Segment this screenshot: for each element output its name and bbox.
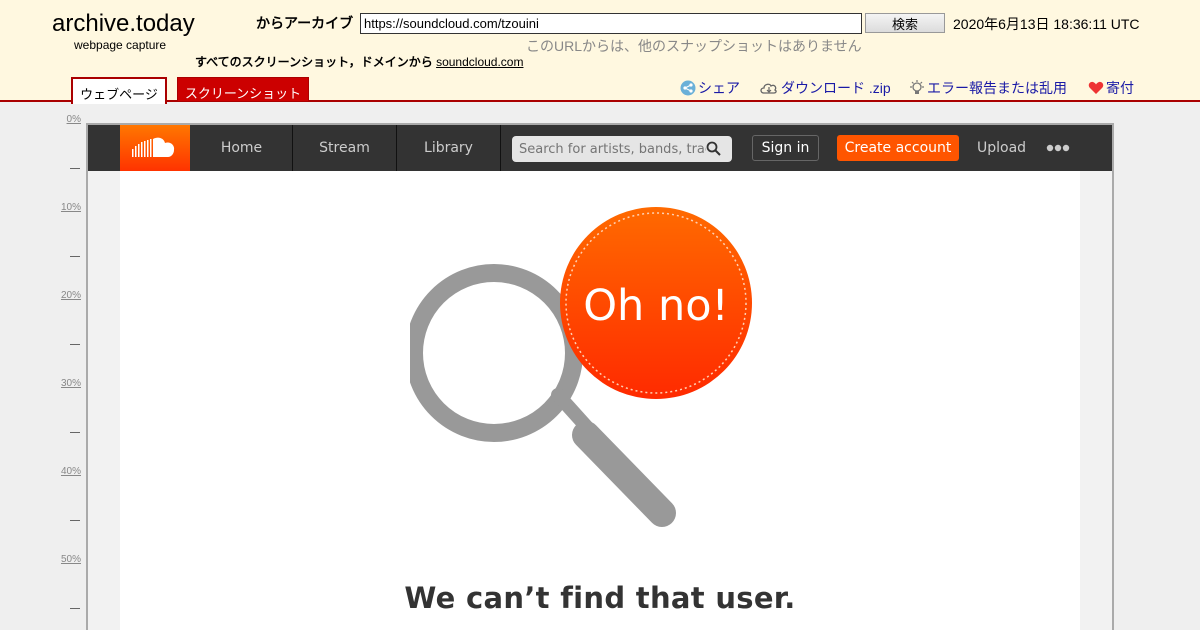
ruler-label[interactable]: 20% xyxy=(61,290,81,301)
report-label: エラー報告または乱用 xyxy=(927,80,1067,96)
ruler-tick xyxy=(70,432,80,433)
create-account-button[interactable]: Create account xyxy=(837,135,959,161)
ruler-label[interactable]: 10% xyxy=(61,202,81,213)
archive-logo-title[interactable]: archive.today xyxy=(52,10,195,38)
sign-in-button[interactable]: Sign in xyxy=(752,135,819,161)
more-options-icon[interactable] xyxy=(1046,143,1070,153)
all-screenshots-label: すべてのスクリーンショット，ドメインから soundcloud.com xyxy=(195,53,523,70)
scroll-ruler: 0% 10% 20% 30% 40% 50% xyxy=(0,102,84,630)
ruler-tick xyxy=(70,168,80,169)
nav-home[interactable]: Home xyxy=(191,125,293,171)
download-label: ダウンロード .zip xyxy=(781,80,891,96)
magnifier-illustration: Oh no! xyxy=(410,207,752,527)
soundcloud-logo[interactable] xyxy=(120,125,190,171)
tab-webpage[interactable]: ウェブページ xyxy=(71,77,167,104)
no-other-snapshots-text: このURLからは、他のスナップショットはありません xyxy=(526,38,862,54)
ruler-tick xyxy=(70,256,80,257)
report-link[interactable]: エラー報告または乱用 xyxy=(909,78,1067,98)
url-input[interactable] xyxy=(360,13,862,34)
nav-library[interactable]: Library xyxy=(397,125,501,171)
donate-label: 寄付 xyxy=(1106,80,1134,96)
soundcloud-search-input[interactable] xyxy=(512,136,732,162)
oh-no-text: Oh no! xyxy=(583,281,729,331)
soundcloud-cloud-icon xyxy=(132,137,175,157)
donate-link[interactable]: 寄付 xyxy=(1088,78,1134,98)
capture-date: 2020年6月13日 18:36:11 UTC xyxy=(953,16,1140,32)
upload-link[interactable]: Upload xyxy=(977,125,1026,171)
ruler-label[interactable]: 30% xyxy=(61,378,81,389)
ruler-tick xyxy=(70,520,80,521)
search-icon[interactable] xyxy=(706,141,721,156)
all-screenshots-text: すべてのスクリーンショット，ドメインから xyxy=(195,55,433,69)
captured-page: Home Stream Library Sign in Create accou… xyxy=(86,123,1114,630)
share-label: シェア xyxy=(698,80,740,96)
download-link[interactable]: ダウンロード .zip xyxy=(759,78,891,98)
soundcloud-content: Oh no! We can’t find that user. xyxy=(120,171,1080,630)
share-link[interactable]: シェア xyxy=(680,78,740,98)
search-button[interactable]: 検索 xyxy=(865,13,945,33)
ruler-tick xyxy=(70,608,80,609)
lightbulb-icon xyxy=(910,80,924,94)
archive-logo-subtitle: webpage capture xyxy=(74,38,167,52)
ruler-label[interactable]: 0% xyxy=(67,114,81,125)
tab-screenshot[interactable]: スクリーンショット xyxy=(177,77,309,102)
heart-icon xyxy=(1088,81,1104,94)
cloud-download-icon xyxy=(760,83,777,94)
error-message: We can’t find that user. xyxy=(404,581,796,615)
domain-link[interactable]: soundcloud.com xyxy=(436,55,523,69)
ruler-label[interactable]: 50% xyxy=(61,554,81,565)
archive-header: archive.today webpage capture からアーカイブ 検索… xyxy=(0,0,1200,104)
share-icon xyxy=(680,80,696,96)
soundcloud-navbar: Home Stream Library Sign in Create accou… xyxy=(88,125,1112,171)
nav-stream[interactable]: Stream xyxy=(293,125,397,171)
ruler-label[interactable]: 40% xyxy=(61,466,81,477)
archived-from-label: からアーカイブ xyxy=(256,15,354,31)
oh-no-badge: Oh no! xyxy=(560,207,752,399)
ruler-tick xyxy=(70,344,80,345)
